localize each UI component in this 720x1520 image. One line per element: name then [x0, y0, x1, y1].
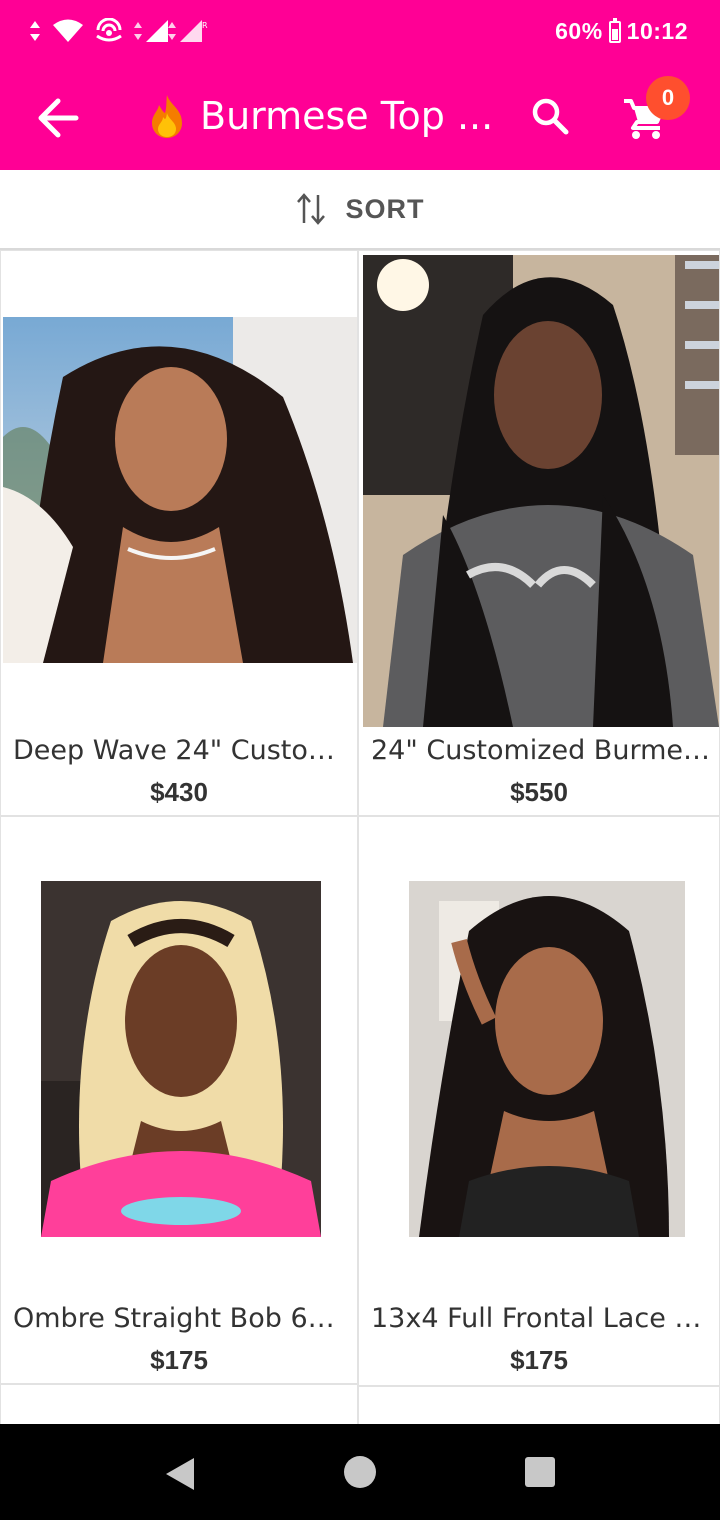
product-image [3, 317, 357, 663]
app-bar: Burmese Top ... 0 [0, 66, 720, 170]
battery-percent: 60% [555, 18, 603, 44]
hotspot-icon [96, 18, 122, 42]
search-icon [532, 98, 569, 135]
product-card[interactable]: 13x4 Full Frontal Lace W... $175 [358, 816, 720, 1386]
sort-button[interactable]: SORT [0, 170, 720, 250]
battery-icon [608, 17, 621, 43]
status-right: 60% 10:12 [555, 17, 688, 45]
search-button[interactable] [522, 88, 578, 144]
title-wrap: Burmese Top ... [146, 88, 496, 144]
clock: 10:12 [626, 18, 688, 44]
product-card[interactable]: Deep Wave 24" Customi... $430 [0, 250, 358, 816]
product-price: $430 [150, 777, 208, 807]
system-nav-bar [0, 1424, 720, 1520]
product-image [409, 881, 685, 1237]
product-price: $175 [150, 1345, 208, 1375]
product-image [363, 255, 719, 727]
data-arrows-icon [30, 21, 40, 41]
product-card[interactable]: Ombre Straight Bob 613... $175 [0, 816, 358, 1384]
svg-text:R: R [202, 21, 208, 30]
sort-icon [297, 193, 326, 225]
product-card[interactable]: 24" Customized Burmes... $550 [358, 250, 720, 816]
product-price: $175 [510, 1345, 568, 1375]
product-title: Deep Wave 24" Customi... [13, 735, 349, 766]
back-arrow-icon [38, 98, 79, 138]
status-bar: R 60% 10:12 [0, 0, 720, 66]
page-title: Burmese Top ... [200, 94, 494, 138]
nav-home-icon[interactable] [344, 1456, 376, 1488]
signal-icon: R [134, 20, 208, 42]
product-price: $550 [510, 777, 568, 807]
product-title: 24" Customized Burmes... [371, 735, 711, 766]
back-button[interactable] [30, 90, 86, 146]
wifi-icon [53, 19, 83, 42]
product-title: Ombre Straight Bob 613... [13, 1303, 349, 1334]
cart-count-badge: 0 [646, 76, 690, 120]
nav-recent-icon[interactable] [525, 1457, 555, 1487]
product-title: 13x4 Full Frontal Lace W... [371, 1303, 711, 1334]
nav-back-icon[interactable] [160, 1454, 200, 1494]
sort-label: SORT [345, 193, 425, 224]
product-image [41, 881, 321, 1237]
status-icons: R [28, 16, 220, 46]
fire-icon [152, 95, 182, 138]
